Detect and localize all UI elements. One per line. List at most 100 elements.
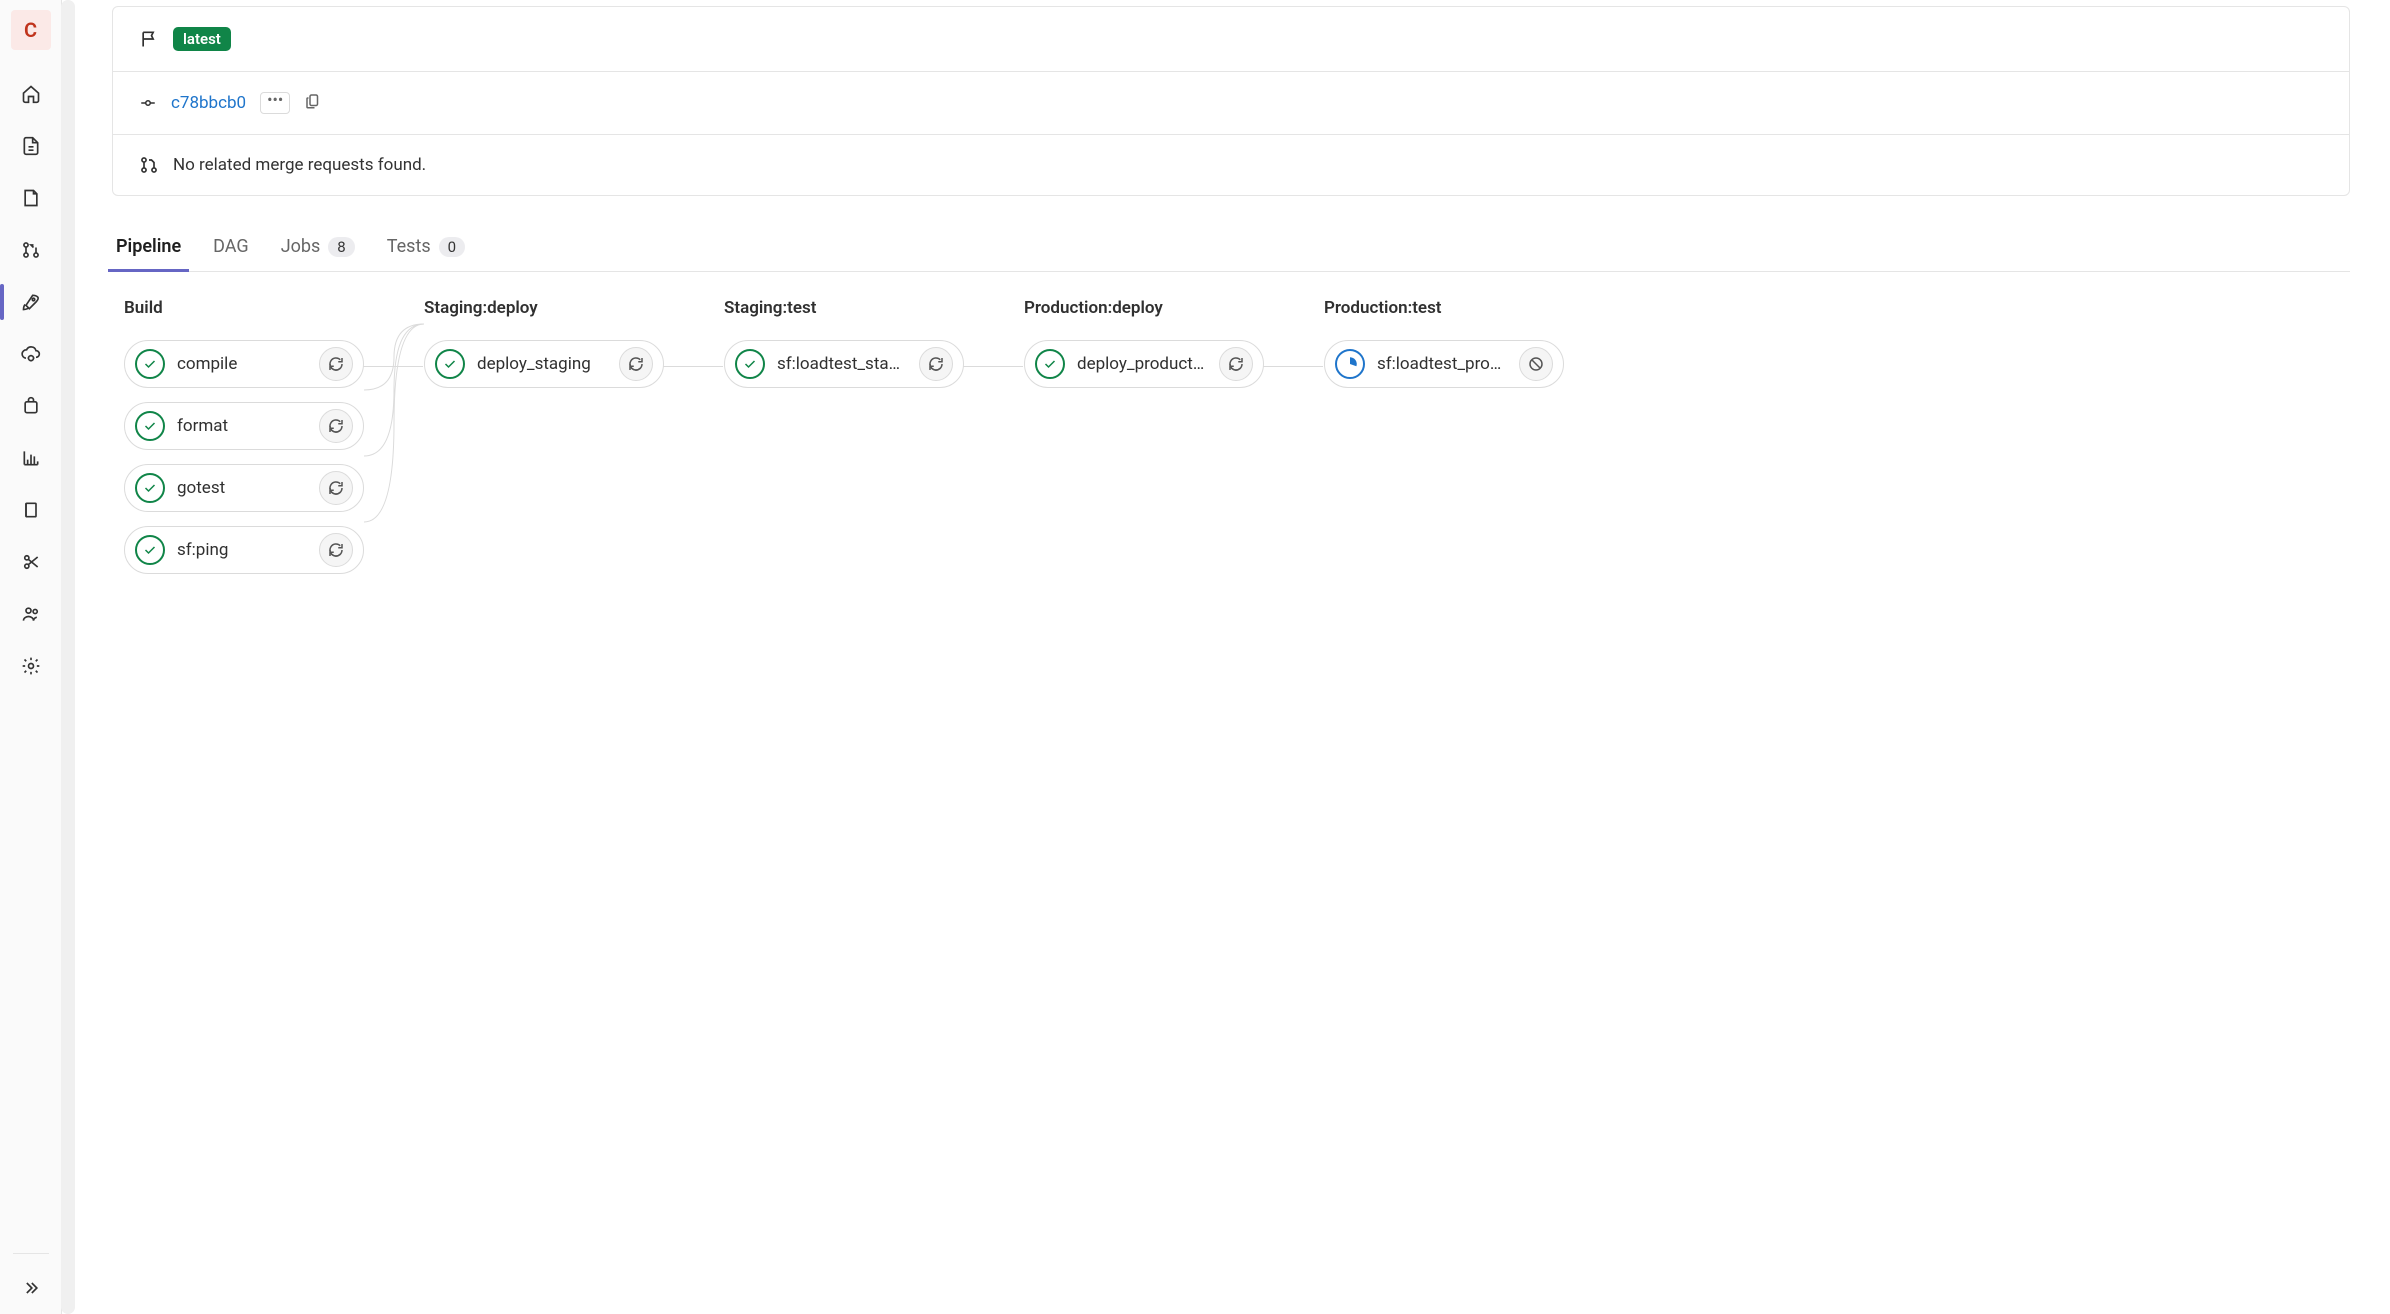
cancel-icon [1527,355,1545,373]
stage-title: Staging:test [724,298,964,318]
retry-icon [327,355,345,373]
sidebar-item-settings[interactable] [9,644,53,688]
stage-production-deploy: Production:deploy deploy_product… [1024,298,1264,402]
job-name: sf:loadtest_sta… [777,354,919,374]
connector [963,366,1023,367]
sidebar: C [0,0,62,1314]
pipeline-info-box: latest c78bbcb0 ••• No related merge req… [112,6,2350,196]
job-deploy-staging[interactable]: deploy_staging [424,340,664,388]
job-name: sf:ping [177,540,319,560]
job-compile[interactable]: compile [124,340,364,388]
sidebar-item-home[interactable] [9,72,53,116]
retry-button[interactable] [319,533,353,567]
status-success-icon [135,473,165,503]
sidebar-item-issues[interactable] [9,176,53,220]
home-icon [21,84,41,104]
status-success-icon [135,411,165,441]
stage-title: Build [124,298,364,318]
retry-icon [627,355,645,373]
status-success-icon [135,535,165,565]
retry-button[interactable] [319,471,353,505]
connector [1263,366,1323,367]
project-avatar[interactable]: C [11,10,51,50]
stage-production-test: Production:test sf:loadtest_pro… [1324,298,1564,402]
job-name: format [177,416,319,436]
cancel-button[interactable] [1519,347,1553,381]
flag-icon [139,29,159,49]
job-sf-loadtest-staging[interactable]: sf:loadtest_sta… [724,340,964,388]
book-icon [21,500,41,520]
sidebar-item-wiki[interactable] [9,488,53,532]
job-name: deploy_staging [477,354,619,374]
gear-icon [21,656,41,676]
tab-jobs[interactable]: Jobs8 [279,226,357,271]
connector [663,366,723,367]
tab-pipeline[interactable]: Pipeline [114,226,183,271]
connector [363,366,423,367]
retry-button[interactable] [919,347,953,381]
job-gotest[interactable]: gotest [124,464,364,512]
pipeline-graph: Build compile format [112,272,2350,588]
tests-count-badge: 0 [439,237,465,257]
retry-icon [927,355,945,373]
merge-request-icon [21,240,41,260]
stage-title: Production:deploy [1024,298,1264,318]
file-icon [21,136,41,156]
sidebar-item-deployments[interactable] [9,332,53,376]
retry-icon [327,479,345,497]
sidebar-item-cicd[interactable] [9,280,53,324]
status-success-icon [1035,349,1065,379]
tab-dag[interactable]: DAG [211,226,251,271]
sidebar-item-snippets[interactable] [9,540,53,584]
job-name: deploy_product… [1077,354,1219,374]
latest-badge: latest [173,27,231,51]
job-sfping[interactable]: sf:ping [124,526,364,574]
merge-requests-text: No related merge requests found. [173,155,426,175]
job-name: sf:loadtest_pro… [1377,354,1519,374]
stage-build: Build compile format [124,298,364,588]
job-name: compile [177,354,319,374]
sidebar-divider [13,1253,49,1254]
retry-button[interactable] [1219,347,1253,381]
retry-button[interactable] [319,347,353,381]
status-success-icon [135,349,165,379]
commit-row: c78bbcb0 ••• [113,71,2349,134]
jobs-count-badge: 8 [328,237,354,257]
stage-connector-curves [364,298,424,568]
copy-sha-button[interactable] [304,92,322,114]
merge-request-icon [139,155,159,175]
retry-icon [327,541,345,559]
sidebar-item-packages[interactable] [9,384,53,428]
sidebar-item-merge-requests[interactable] [9,228,53,272]
package-icon [21,396,41,416]
status-running-icon [1335,349,1365,379]
status-success-icon [735,349,765,379]
stage-title: Production:test [1324,298,1564,318]
retry-icon [1227,355,1245,373]
retry-button[interactable] [319,409,353,443]
stage-staging-test: Staging:test sf:loadtest_sta… [724,298,964,402]
commit-expand-button[interactable]: ••• [260,92,290,114]
sidebar-item-analytics[interactable] [9,436,53,480]
merge-requests-row: No related merge requests found. [113,134,2349,195]
sidebar-item-repo[interactable] [9,124,53,168]
job-sf-loadtest-production[interactable]: sf:loadtest_pro… [1324,340,1564,388]
chart-icon [21,448,41,468]
members-icon [21,604,41,624]
scissors-icon [21,552,41,572]
retry-button[interactable] [619,347,653,381]
chevron-double-right-icon [21,1278,41,1298]
job-name: gotest [177,478,319,498]
clipboard-icon [304,92,322,110]
commit-sha-link[interactable]: c78bbcb0 [171,93,246,113]
job-deploy-production[interactable]: deploy_product… [1024,340,1264,388]
cloud-gear-icon [21,344,41,364]
sidebar-item-members[interactable] [9,592,53,636]
tab-tests[interactable]: Tests0 [385,226,467,271]
retry-icon [327,417,345,435]
commit-icon [139,94,157,112]
sidebar-collapse[interactable] [9,1266,53,1310]
pipeline-flags-row: latest [113,7,2349,71]
stage-title: Staging:deploy [424,298,664,318]
job-format[interactable]: format [124,402,364,450]
